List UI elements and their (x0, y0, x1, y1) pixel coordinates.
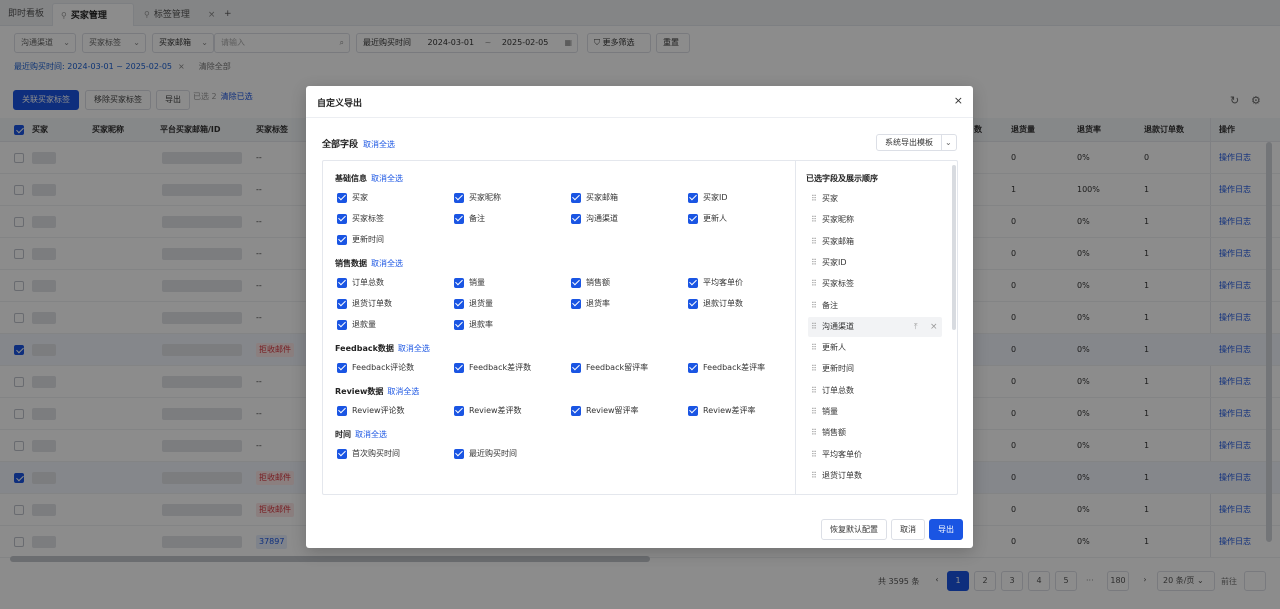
selected-field-item[interactable]: ⠿ 销售额 (808, 423, 942, 443)
checkbox-checked-icon (688, 299, 698, 309)
checkbox-checked-icon (454, 363, 464, 373)
group-deselect-link[interactable]: 取消全选 (355, 430, 387, 439)
checkbox-checked-icon (454, 449, 464, 459)
checkbox-checked-icon (337, 320, 347, 330)
group-deselect-link[interactable]: 取消全选 (398, 344, 430, 353)
checkbox-checked-icon (454, 193, 464, 203)
checkbox-checked-icon (571, 299, 581, 309)
pin-to-top-icon[interactable]: ⤒ (914, 317, 918, 337)
checkbox-checked-icon (454, 406, 464, 416)
remove-icon[interactable]: × (930, 317, 938, 337)
selected-field-item[interactable]: ⠿ 退货订单数 (808, 466, 942, 486)
dialog-header: 自定义导出 × (306, 86, 973, 118)
drag-handle-icon[interactable]: ⠿ (811, 253, 817, 273)
selected-field-item[interactable]: ⠿ 买家邮箱 (808, 232, 942, 252)
export-template-select[interactable]: 系统导出模板 ⌄ (876, 134, 957, 151)
selected-field-item[interactable]: ⠿ 更新时间 (808, 359, 942, 379)
checkbox-checked-icon (337, 406, 347, 416)
selected-field-item[interactable]: ⠿ 买家昵称 (808, 210, 942, 230)
field-group-heading: Review数据 取消全选 (335, 387, 420, 396)
field-group-heading: Feedback数据 取消全选 (335, 344, 430, 353)
selected-field-item[interactable]: ⠿ 买家ID (808, 253, 942, 273)
selected-field-item[interactable]: ⠿ 订单总数 (808, 381, 942, 401)
all-fields-heading: 全部字段 取消全选 (322, 140, 396, 150)
close-icon[interactable]: × (954, 94, 963, 107)
confirm-export-button[interactable]: 导出 (929, 519, 963, 540)
selected-field-item[interactable]: ⠿ 备注 (808, 296, 942, 316)
field-group-heading: 时间 取消全选 (335, 430, 387, 439)
group-deselect-link[interactable]: 取消全选 (387, 387, 419, 396)
checkbox-checked-icon (571, 363, 581, 373)
dialog-title: 自定义导出 (317, 99, 363, 109)
checkbox-checked-icon (571, 278, 581, 288)
checkbox-checked-icon (454, 320, 464, 330)
checkbox-checked-icon (337, 193, 347, 203)
drag-handle-icon[interactable]: ⠿ (811, 189, 817, 209)
checkbox-checked-icon (337, 278, 347, 288)
drag-handle-icon[interactable]: ⠿ (811, 466, 817, 486)
drag-handle-icon[interactable]: ⠿ (811, 381, 817, 401)
checkbox-checked-icon (337, 299, 347, 309)
selected-field-item[interactable]: ⠿ 销量 (808, 402, 942, 422)
field-groups: 基础信息 取消全选 买家 买家昵称 买家邮箱 买家ID 买家标签 备注 沟通渠道 更新人 更新时间销… (335, 174, 766, 459)
selected-field-item[interactable]: ⠿ 买家标签 (808, 274, 942, 294)
checkbox-checked-icon (454, 278, 464, 288)
checkbox-checked-icon (454, 214, 464, 224)
drag-handle-icon[interactable]: ⠿ (811, 317, 817, 337)
selected-field-item[interactable]: ⠿ 平均客单价 (808, 445, 942, 465)
checkbox-checked-icon (337, 214, 347, 224)
drag-handle-icon[interactable]: ⠿ (811, 210, 817, 230)
selected-field-item[interactable]: ⠿ 买家 (808, 189, 942, 209)
checkbox-checked-icon (688, 214, 698, 224)
restore-default-button[interactable]: 恢复默认配置 (821, 519, 887, 540)
drag-handle-icon[interactable]: ⠿ (811, 274, 817, 294)
selected-fields-title: 已选字段及展示顺序 (806, 174, 878, 183)
drag-handle-icon[interactable]: ⠿ (811, 359, 817, 379)
checkbox-checked-icon (571, 193, 581, 203)
checkbox-checked-icon (571, 406, 581, 416)
selected-fields-panel: 已选字段及展示顺序 ⠿ 买家 ⠿ 买家昵称 ⠿ 买家邮箱 ⠿ 买家ID ⠿ 买家标签 ⠿ 备注 ⠿ 沟通渠… (795, 161, 957, 494)
drag-handle-icon[interactable]: ⠿ (811, 232, 817, 252)
chevron-down-icon: ⌄ (945, 138, 952, 147)
selected-fields-scrollbar[interactable] (952, 165, 956, 330)
group-deselect-link[interactable]: 取消全选 (371, 174, 403, 183)
drag-handle-icon[interactable]: ⠿ (811, 402, 817, 422)
selected-field-item[interactable]: ⠿ 沟通渠道 ⤒ × (808, 316, 942, 337)
cancel-button[interactable]: 取消 (891, 519, 925, 540)
drag-handle-icon[interactable]: ⠿ (811, 445, 817, 465)
deselect-all-link[interactable]: 取消全选 (363, 140, 395, 149)
checkbox-checked-icon (337, 363, 347, 373)
field-group-heading: 基础信息 取消全选 (335, 174, 403, 183)
drag-handle-icon[interactable]: ⠿ (811, 338, 817, 358)
custom-export-dialog: 自定义导出 × 全部字段 取消全选 系统导出模板 ⌄ 基础信息 取消全选 买家 买家昵称… (306, 86, 973, 548)
checkbox-checked-icon (337, 235, 347, 245)
drag-handle-icon[interactable]: ⠿ (811, 423, 817, 443)
field-group-heading: 销售数据 取消全选 (335, 259, 403, 268)
selected-field-item[interactable]: ⠿ 更新人 (808, 338, 942, 358)
checkbox-checked-icon (337, 449, 347, 459)
group-deselect-link[interactable]: 取消全选 (371, 259, 403, 268)
field-selector: 基础信息 取消全选 买家 买家昵称 买家邮箱 买家ID 买家标签 备注 沟通渠道 更新人 更新时间销… (322, 160, 958, 495)
checkbox-checked-icon (688, 278, 698, 288)
drag-handle-icon[interactable]: ⠿ (811, 296, 817, 316)
checkbox-checked-icon (571, 214, 581, 224)
checkbox-checked-icon (688, 193, 698, 203)
checkbox-checked-icon (688, 363, 698, 373)
checkbox-checked-icon (454, 299, 464, 309)
checkbox-checked-icon (688, 406, 698, 416)
